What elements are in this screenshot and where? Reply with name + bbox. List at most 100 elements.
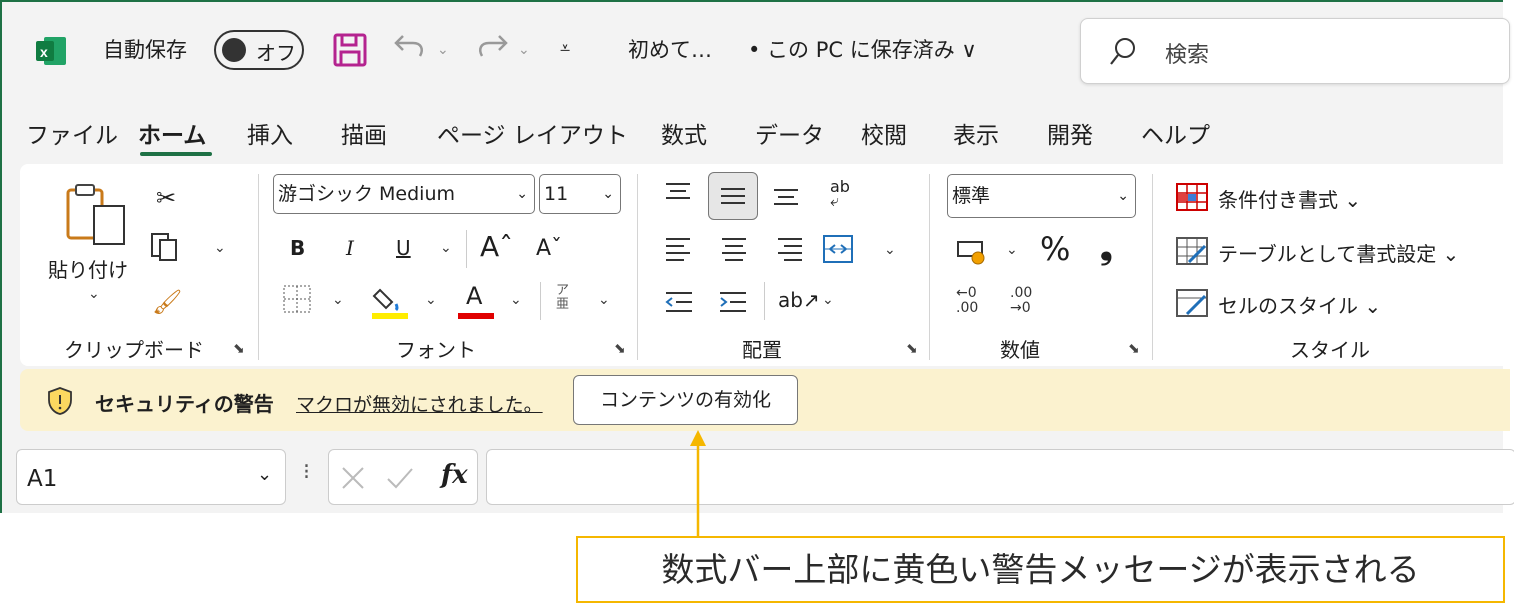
format-painter-icon[interactable]: 🖌: [152, 290, 182, 314]
decrease-decimal-icon[interactable]: .00 →0: [1010, 286, 1032, 316]
group-label-alignment: 配置: [742, 338, 782, 362]
group-label-styles: スタイル: [1290, 338, 1370, 362]
number-format-value: 標準: [952, 185, 991, 207]
wrap-text-icon[interactable]: ab ⤶: [830, 179, 850, 209]
format-as-table-button[interactable]: テーブルとして書式設定 ⌄: [1218, 238, 1459, 267]
align-center-icon[interactable]: [720, 236, 748, 266]
font-color-icon[interactable]: A: [458, 282, 494, 320]
clipboard-launcher-icon[interactable]: ⬊: [233, 342, 247, 356]
separator: [540, 282, 541, 320]
decrease-font-icon[interactable]: Aˇ: [536, 236, 562, 261]
paste-dropdown-icon[interactable]: ⌄: [88, 286, 100, 302]
tab-file[interactable]: ファイル: [26, 116, 118, 150]
autosave-label: 自動保存: [103, 38, 187, 62]
increase-indent-icon[interactable]: [718, 290, 748, 318]
tab-review[interactable]: 校閲: [861, 116, 907, 150]
format-as-table-icon[interactable]: [1175, 236, 1209, 270]
redo-dropdown-icon[interactable]: ⌄: [518, 42, 530, 58]
underline-dropdown-icon[interactable]: ⌄: [440, 240, 452, 256]
tab-data[interactable]: データ: [755, 116, 824, 150]
bold-button[interactable]: B: [290, 236, 305, 260]
align-right-icon[interactable]: [776, 236, 804, 266]
cell-styles-icon[interactable]: [1175, 288, 1209, 322]
group-label-font: フォント: [396, 338, 476, 362]
tab-developer[interactable]: 開発: [1047, 116, 1093, 150]
save-icon[interactable]: [333, 33, 367, 71]
undo-dropdown-icon[interactable]: ⌄: [437, 42, 449, 58]
currency-icon[interactable]: [956, 238, 988, 270]
comma-button[interactable]: ❟: [1100, 228, 1113, 267]
security-warning-message[interactable]: マクロが無効にされました。: [296, 390, 543, 417]
search-placeholder: 検索: [1165, 43, 1210, 68]
cell-styles-button[interactable]: セルのスタイル ⌄: [1218, 290, 1381, 319]
tab-page-layout[interactable]: ページ レイアウト: [437, 116, 628, 150]
font-name-combo[interactable]: 游ゴシック Medium ⌄: [273, 174, 535, 214]
chevron-down-icon: ⌄: [1117, 188, 1129, 204]
font-color-dropdown-icon[interactable]: ⌄: [510, 292, 522, 308]
alignment-launcher-icon[interactable]: ⬊: [906, 342, 920, 356]
tab-draw[interactable]: 描画: [341, 116, 387, 150]
align-bottom-icon[interactable]: [772, 186, 800, 214]
autosave-toggle[interactable]: オフ: [214, 30, 304, 70]
tab-help[interactable]: ヘルプ: [1141, 116, 1210, 150]
redo-icon[interactable]: [473, 32, 509, 66]
underline-button[interactable]: U: [396, 236, 411, 260]
fill-color-dropdown-icon[interactable]: ⌄: [425, 292, 437, 308]
number-launcher-icon[interactable]: ⬊: [1128, 342, 1142, 356]
more-options-icon[interactable]: ⁝: [303, 460, 310, 485]
group-label-number: 数値: [1000, 338, 1040, 362]
copy-icon[interactable]: [150, 232, 184, 266]
orientation-icon[interactable]: ab↗: [778, 288, 820, 312]
currency-dropdown-icon[interactable]: ⌄: [1006, 242, 1018, 258]
autosave-state: オフ: [256, 41, 296, 65]
separator: [764, 282, 765, 320]
file-name[interactable]: 初めて…: [628, 34, 712, 64]
italic-button[interactable]: I: [346, 236, 354, 260]
percent-button[interactable]: %: [1040, 230, 1070, 268]
decrease-indent-icon[interactable]: [664, 290, 694, 318]
separator: [637, 174, 638, 360]
save-status[interactable]: • この PC に保存済み ∨: [748, 34, 977, 64]
customize-qat-icon[interactable]: ⩡: [560, 38, 570, 59]
search-box[interactable]: 検索: [1080, 18, 1510, 84]
font-color-bar: [458, 313, 494, 319]
increase-font-icon[interactable]: Aˆ: [480, 230, 513, 263]
formula-input[interactable]: [486, 449, 1514, 505]
active-tab-indicator: [140, 152, 212, 156]
paste-label[interactable]: 貼り付け: [48, 254, 128, 283]
separator: [1152, 174, 1153, 360]
name-box[interactable]: A1 ⌄: [16, 449, 286, 505]
undo-icon[interactable]: [393, 32, 429, 66]
tab-insert[interactable]: 挿入: [247, 116, 293, 150]
cut-icon[interactable]: ✂: [156, 186, 176, 210]
font-size-value: 11: [544, 183, 569, 205]
merge-center-icon[interactable]: [822, 234, 854, 268]
phonetic-icon[interactable]: ア 亜: [556, 284, 569, 312]
copy-dropdown-icon[interactable]: ⌄: [214, 240, 226, 256]
paste-icon[interactable]: [64, 182, 126, 250]
font-size-combo[interactable]: 11 ⌄: [539, 174, 621, 214]
number-format-combo[interactable]: 標準 ⌄: [947, 174, 1136, 218]
increase-decimal-icon[interactable]: ←0 .00: [956, 286, 978, 316]
enable-content-button[interactable]: コンテンツの有効化: [573, 375, 798, 425]
align-left-icon[interactable]: [664, 236, 692, 266]
conditional-format-icon[interactable]: [1175, 182, 1209, 216]
align-middle-icon[interactable]: [708, 172, 758, 220]
phonetic-dropdown-icon[interactable]: ⌄: [598, 292, 610, 308]
border-dropdown-icon[interactable]: ⌄: [332, 292, 344, 308]
tab-formulas[interactable]: 数式: [661, 116, 707, 150]
chevron-down-icon[interactable]: ⌄: [257, 464, 272, 485]
enter-icon[interactable]: [385, 464, 415, 492]
merge-dropdown-icon[interactable]: ⌄: [884, 242, 896, 258]
border-icon[interactable]: [282, 284, 312, 318]
tab-home[interactable]: ホーム: [138, 116, 206, 150]
insert-function-icon[interactable]: fx: [441, 460, 468, 490]
font-launcher-icon[interactable]: ⬊: [614, 342, 628, 356]
name-box-value: A1: [27, 466, 58, 492]
cancel-icon[interactable]: [339, 464, 367, 492]
conditional-format-button[interactable]: 条件付き書式 ⌄: [1218, 184, 1361, 213]
fill-color-icon[interactable]: [372, 282, 408, 324]
tab-view[interactable]: 表示: [953, 116, 999, 150]
orientation-dropdown-icon[interactable]: ⌄: [822, 292, 834, 308]
align-top-icon[interactable]: [664, 180, 692, 208]
